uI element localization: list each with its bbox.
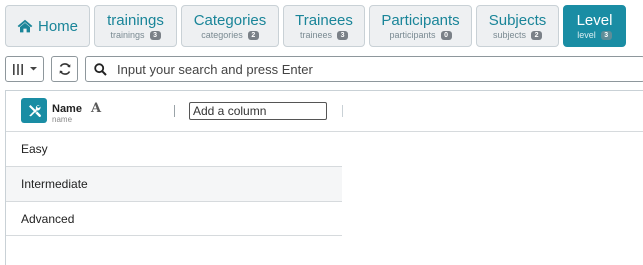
grid-header: Name name A (6, 91, 643, 132)
cell-name: Advanced (21, 211, 75, 226)
table-row[interactable]: Advanced (6, 202, 342, 236)
tab-participants-label: Participants (381, 12, 460, 29)
tab-participants[interactable]: Participants participants 0 (369, 5, 472, 47)
tab-subjects[interactable]: Subjects subjects 2 (476, 5, 559, 47)
tab-categories-sub: categories 2 (201, 30, 259, 40)
caret-down-icon (29, 67, 37, 71)
column-divider (174, 105, 175, 117)
refresh-icon (59, 63, 70, 75)
column-divider-end (342, 105, 343, 117)
tab-trainees-sub: trainees 3 (299, 30, 349, 40)
tools-icon (28, 105, 41, 117)
search-box (85, 56, 643, 82)
tab-trainees-count-badge: 3 (337, 30, 349, 40)
tab-trainees-subtext: trainees (299, 30, 333, 40)
tab-participants-sub: participants 0 (389, 30, 452, 40)
grid-rows: Easy Intermediate Advanced (6, 132, 342, 236)
toolbar (5, 56, 643, 82)
tab-subjects-label: Subjects (488, 12, 547, 29)
table-row[interactable]: Easy (6, 132, 342, 167)
tab-categories-count-badge: 2 (247, 30, 259, 40)
column-type-text-icon[interactable]: A (91, 101, 101, 116)
tab-trainings[interactable]: trainings trainings 3 (94, 5, 177, 47)
tab-trainees[interactable]: Trainees trainees 3 (283, 5, 365, 47)
search-input[interactable] (117, 61, 617, 77)
tab-participants-subtext: participants (389, 30, 436, 40)
tab-categories-label: Categories (193, 12, 267, 29)
refresh-button[interactable] (51, 56, 78, 82)
columns-menu-button[interactable] (5, 56, 44, 82)
data-grid: Name name A Easy Intermediate Advanced (5, 90, 643, 265)
search-icon (94, 62, 107, 76)
columns-icon (12, 63, 23, 75)
tab-level-label: Level (576, 12, 613, 29)
tab-level-count-badge: 3 (600, 30, 612, 40)
tab-level[interactable]: Level level 3 (563, 5, 626, 47)
column-header-subtitle: name (52, 115, 73, 124)
tab-categories[interactable]: Categories categories 2 (181, 5, 279, 47)
home-icon (17, 19, 33, 33)
column-header-title[interactable]: Name (52, 103, 82, 115)
table-row[interactable]: Intermediate (6, 167, 342, 202)
tab-trainings-subtext: trainings (110, 30, 145, 40)
main-nav: Home trainings trainings 3 Categories ca… (5, 5, 630, 48)
tab-trainings-sub: trainings 3 (110, 30, 161, 40)
add-column-input[interactable] (189, 102, 327, 120)
tab-trainings-label: trainings (107, 12, 164, 29)
tab-home[interactable]: Home (5, 5, 90, 47)
tab-categories-subtext: categories (201, 30, 243, 40)
tab-trainees-label: Trainees (295, 12, 353, 29)
tab-subjects-subtext: subjects (492, 30, 527, 40)
tab-subjects-count-badge: 2 (531, 30, 543, 40)
tab-trainings-count-badge: 3 (149, 30, 161, 40)
tab-level-sub: level 3 (577, 30, 612, 40)
tab-level-subtext: level (577, 30, 596, 40)
tab-participants-count-badge: 0 (440, 30, 452, 40)
tab-home-label: Home (37, 17, 78, 35)
tab-subjects-sub: subjects 2 (492, 30, 543, 40)
cell-name: Intermediate (21, 177, 88, 191)
column-tools-button[interactable] (21, 98, 47, 123)
cell-name: Easy (21, 142, 48, 156)
